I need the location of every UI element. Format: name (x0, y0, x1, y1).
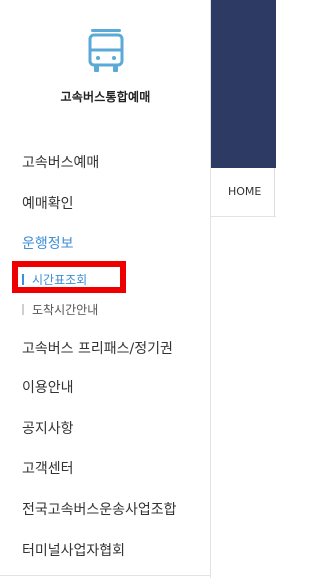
bus-icon (88, 29, 123, 72)
sidebar: 고속버스통합예매 고속버스예매 예매확인 운행정보 시간표조회 도착시간안내 고… (0, 0, 211, 578)
menu-item-express-bus-booking[interactable]: 고속버스예매 (22, 152, 99, 172)
logo-text: 고속버스통합예매 (60, 90, 151, 104)
header-banner (211, 0, 276, 168)
menu-item-customer-center[interactable]: 고객센터 (22, 458, 74, 478)
menu-item-bus-association[interactable]: 전국고속버스운송사업조합 (22, 499, 177, 519)
submenu-item-label: 도착시간안내 (32, 303, 99, 317)
menu-item-usage-guide[interactable]: 이용안내 (22, 377, 74, 397)
submenu-item-arrival-time[interactable]: 도착시간안내 (22, 301, 98, 318)
breadcrumb-home-link[interactable]: HOME (228, 185, 261, 198)
page: 고속버스통합예매 고속버스예매 예매확인 운행정보 시간표조회 도착시간안내 고… (0, 0, 276, 578)
highlight-box (12, 261, 126, 293)
divider (0, 575, 211, 576)
menu-item-terminal-association[interactable]: 터미널사업자협회 (22, 540, 125, 560)
breadcrumb: HOME (211, 168, 276, 217)
submenu-bar (22, 304, 24, 315)
menu-item-free-pass[interactable]: 고속버스 프리패스/정기권 (22, 338, 173, 358)
logo[interactable]: 고속버스통합예매 (0, 28, 211, 105)
menu-item-notices[interactable]: 공지사항 (22, 418, 74, 438)
breadcrumb-divider (274, 168, 275, 216)
menu-item-operation-info[interactable]: 운행정보 (22, 233, 74, 253)
menu-item-booking-check[interactable]: 예매확인 (22, 193, 74, 213)
